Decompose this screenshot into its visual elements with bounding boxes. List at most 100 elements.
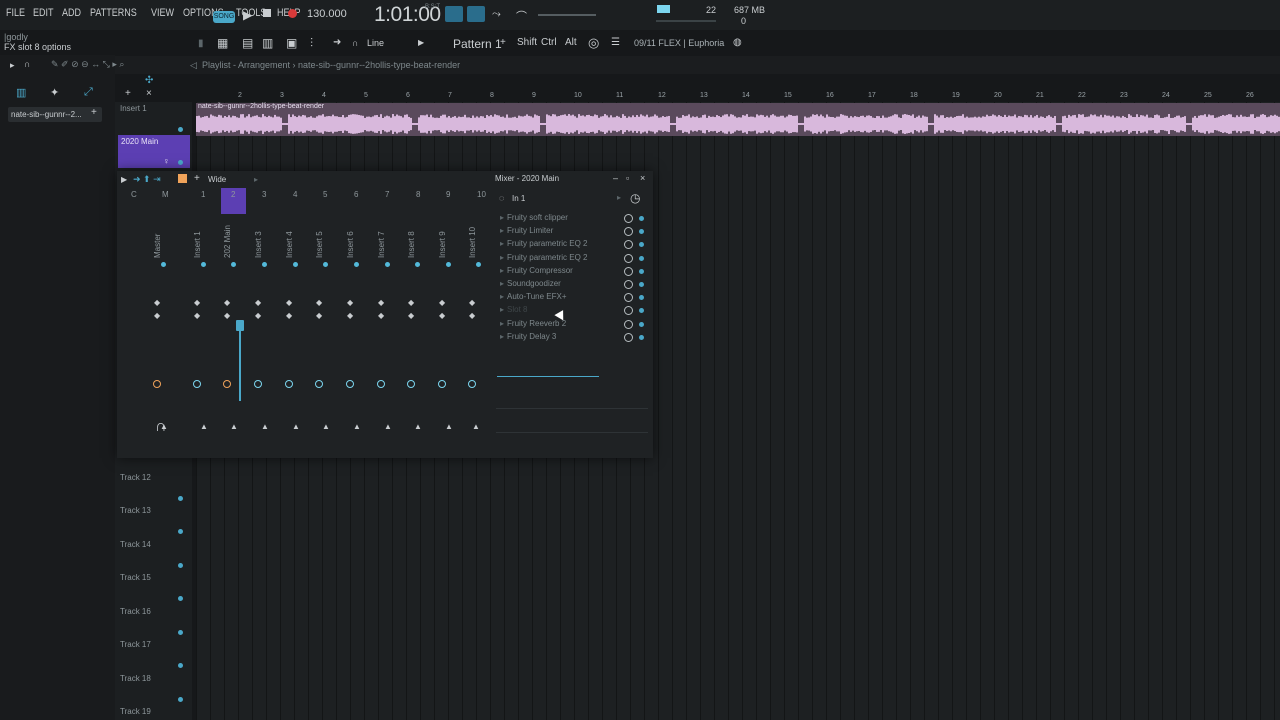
add-pattern-icon[interactable]: + [500, 37, 506, 48]
mixer-icon[interactable]: ⫶ [310, 36, 313, 51]
selected-fader-handle[interactable] [236, 320, 244, 331]
browser-plugin-icon[interactable]: ✦ [50, 86, 59, 99]
stereo-sep-icon[interactable]: ◆ [286, 298, 292, 307]
magnet-icon[interactable]: ∩ [352, 38, 358, 48]
channel-name[interactable]: Insert 1 [193, 222, 202, 258]
track-16-dot[interactable] [178, 630, 183, 635]
menu-file[interactable]: FILE [6, 7, 25, 19]
fx-slot-enable-icon[interactable] [639, 268, 644, 274]
mixer-tools-icons[interactable]: ➜ ⬆ ⇥ [133, 174, 161, 185]
fx-slot-10[interactable]: ▸ Fruity Delay 3 [500, 332, 612, 341]
list-icon[interactable]: ☰ [611, 37, 620, 48]
help-icon[interactable]: ◎ [588, 35, 599, 51]
fx-slot-2[interactable]: ▸ Fruity Limiter [500, 226, 612, 235]
pattern-selector[interactable]: Pattern 1 [453, 37, 502, 51]
pan-knob[interactable] [315, 380, 323, 388]
stereo-sep-icon[interactable]: ◆ [439, 298, 445, 307]
mixer-maximize-icon[interactable]: ▫ [626, 173, 629, 183]
fx-slot-mix-knob[interactable] [624, 332, 633, 342]
record-icon[interactable] [288, 9, 297, 18]
route-icon[interactable]: ▲ [322, 422, 330, 431]
pan-knob[interactable] [223, 380, 231, 388]
menu-patterns[interactable]: PATTERNS [90, 7, 137, 19]
send-knob[interactable] [293, 262, 298, 267]
pan-knob[interactable] [438, 380, 446, 388]
route-icon[interactable]: ▲ [445, 422, 453, 431]
route-icon[interactable]: ▲ [230, 422, 238, 431]
browser-automation-icon[interactable]: ⤢ [84, 86, 93, 99]
menu-add[interactable]: ADD [62, 7, 81, 19]
pan-arrows-icon[interactable]: ◆ [316, 311, 322, 320]
input-arrow-icon[interactable]: ▸ [617, 193, 621, 202]
snap-mode-label[interactable]: Line [367, 38, 384, 48]
stereo-sep-icon[interactable]: ◆ [255, 298, 261, 307]
mixer-add-icon[interactable]: + [194, 173, 200, 184]
track-14-dot[interactable] [178, 563, 183, 568]
mixer-close-icon[interactable]: × [640, 173, 645, 183]
menu-edit[interactable]: EDIT [33, 7, 54, 19]
track-12-dot[interactable] [178, 496, 183, 501]
pan-arrows-icon[interactable]: ◆ [224, 311, 230, 320]
pan-arrows-icon[interactable]: ◆ [194, 311, 200, 320]
ctrl-modifier[interactable]: Ctrl [541, 37, 557, 48]
playlist-tools-icons[interactable]: ✎ ✐ ⊘ ⊖ ↔ ⤡ ▸ ⌕ [51, 59, 124, 70]
route-icon[interactable]: ▲ [472, 422, 480, 431]
add-track-icon[interactable]: + [125, 88, 131, 99]
pan-knob[interactable] [193, 380, 201, 388]
pan-knob[interactable] [407, 380, 415, 388]
channel-name[interactable]: Insert 6 [346, 222, 355, 258]
stereo-sep-icon[interactable]: ◆ [194, 298, 200, 307]
track-15-dot[interactable] [178, 596, 183, 601]
channel-name[interactable]: Insert 4 [285, 222, 294, 258]
stereo-sep-icon[interactable]: ◆ [347, 298, 353, 307]
track-insert-1-dot[interactable] [178, 127, 183, 132]
channel-name[interactable]: Insert 7 [377, 222, 386, 258]
pattern-mode-icon[interactable] [445, 6, 463, 22]
globe-icon[interactable]: ◍ [733, 37, 742, 48]
route-icon[interactable]: ▲ [261, 422, 269, 431]
fx-slot-enable-icon[interactable] [639, 282, 644, 287]
fx-slot-9[interactable]: ▸ Fruity Reeverb 2 [500, 319, 612, 328]
track-15-label[interactable]: Track 15 [120, 573, 151, 582]
pan-arrows-icon[interactable]: ◆ [408, 311, 414, 320]
alt-modifier[interactable]: Alt [565, 37, 577, 48]
zoom-icon[interactable]: ✣ [145, 75, 153, 86]
send-knob[interactable] [161, 262, 166, 267]
arrow-right-icon[interactable]: ➜ [333, 37, 341, 48]
browser-item[interactable]: nate-sib--gunnr--2... [8, 107, 102, 122]
mixer-width-mode[interactable]: Wide [208, 175, 226, 184]
send-knob[interactable] [262, 262, 267, 267]
latency-clock-icon[interactable]: ◷ [630, 191, 640, 205]
send-knob[interactable] [354, 262, 359, 267]
master-headphone-icon[interactable]: ∩ [155, 418, 167, 436]
tempo-display[interactable]: 130.000 [307, 8, 347, 20]
track-12-label[interactable]: Track 12 [120, 473, 151, 482]
fx-slot-4[interactable]: ▸ Fruity parametric EQ 2 [500, 253, 612, 262]
pattern-arrow-icon[interactable]: ▶ [418, 38, 424, 47]
stereo-sep-icon[interactable]: ◆ [316, 298, 322, 307]
track-17-dot[interactable] [178, 663, 183, 668]
route-icon[interactable]: ▲ [200, 422, 208, 431]
route-icon[interactable]: ▲ [353, 422, 361, 431]
send-knob[interactable] [231, 262, 236, 267]
stereo-sep-icon[interactable]: ◆ [408, 298, 414, 307]
mixer-expand-icon[interactable]: ▸ [254, 175, 258, 184]
fx-slot-enable-icon[interactable] [639, 255, 644, 261]
track-19-label[interactable]: Track 19 [120, 707, 151, 716]
playlist-icon[interactable]: ▦ [217, 36, 228, 50]
fx-slot-7[interactable]: ▸ Auto-Tune EFX+ [500, 292, 612, 301]
route-icon[interactable]: ▲ [384, 422, 392, 431]
route-icon[interactable]: ▲ [292, 422, 300, 431]
fx-slot-mix-knob[interactable] [624, 319, 633, 329]
send-knob[interactable] [476, 262, 481, 267]
channel-name[interactable]: Insert 10 [468, 222, 477, 258]
stereo-sep-icon[interactable]: ◆ [378, 298, 384, 307]
pan-arrows-icon[interactable]: ◆ [378, 311, 384, 320]
fx-slot-mix-knob[interactable] [624, 280, 633, 289]
fx-slot-enable-icon[interactable] [639, 216, 644, 221]
pan-knob[interactable] [377, 380, 385, 388]
timeline-ruler[interactable]: 2 3 4 5 6 7 8 9 10 11 12 13 14 15 16 17 18 19 20 21 22 23 24 25… [196, 88, 1280, 102]
magnet-small-icon[interactable]: ∩ [24, 59, 30, 69]
stereo-sep-icon[interactable]: ◆ [224, 298, 230, 307]
menu-view[interactable]: VIEW [151, 7, 174, 19]
